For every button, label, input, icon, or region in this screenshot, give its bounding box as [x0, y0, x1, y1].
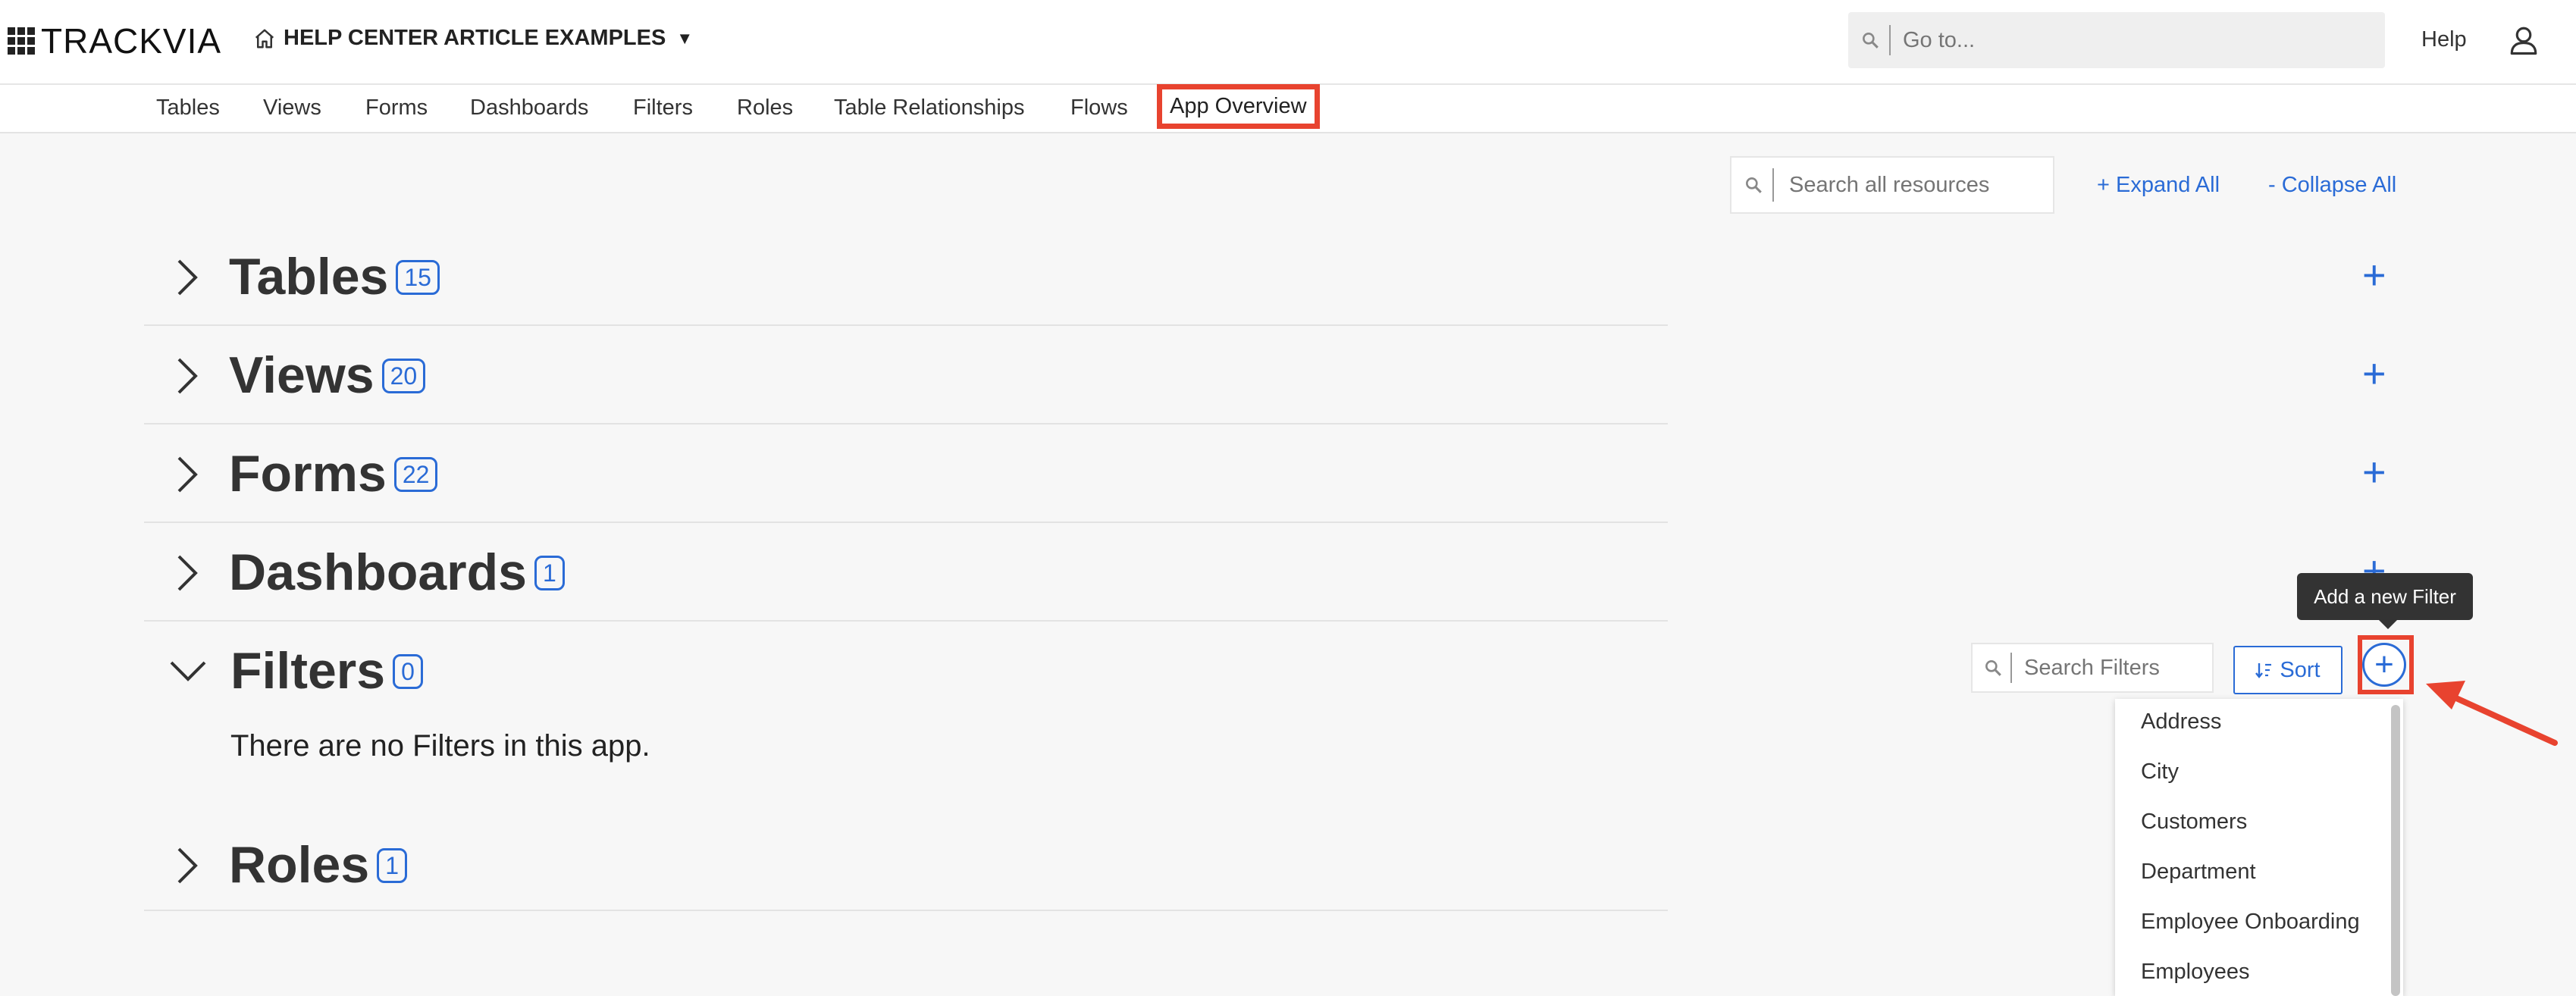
sort-icon	[2255, 663, 2272, 678]
sort-label: Sort	[2280, 657, 2321, 682]
add-view-icon[interactable]: +	[2362, 353, 2386, 394]
logo-grid-icon	[8, 27, 35, 55]
dropdown-item[interactable]: Address	[2141, 709, 2221, 734]
caret-down-icon: ▼	[676, 28, 694, 48]
section-title[interactable]: Views 20	[229, 346, 426, 405]
section-title-text: Forms	[229, 445, 387, 503]
help-link[interactable]: Help	[2421, 27, 2467, 52]
section-forms: Forms 22	[144, 423, 1668, 523]
nav-flows[interactable]: Flows	[1070, 96, 1128, 121]
section-title-text: Views	[229, 346, 374, 404]
table-select-dropdown[interactable]: Address City Customers Department Employ…	[2115, 699, 2403, 996]
count-badge: 20	[381, 359, 426, 394]
app-switcher[interactable]: HELP CENTER ARTICLE EXAMPLES ▼	[253, 26, 693, 51]
expand-all-link[interactable]: + Expand All	[2097, 173, 2220, 198]
dropdown-item[interactable]: Employee Onboarding	[2141, 910, 2360, 935]
filter-search[interactable]	[1971, 643, 2214, 693]
section-title[interactable]: Roles 1	[229, 835, 407, 894]
chevron-right-icon[interactable]	[176, 455, 199, 494]
top-bar: TRACKVIA HELP CENTER ARTICLE EXAMPLES ▼ …	[0, 0, 2576, 85]
goto-search[interactable]	[1848, 12, 2385, 68]
dropdown-scrollbar[interactable]	[2391, 705, 2400, 996]
count-badge: 1	[377, 848, 407, 884]
nav-filters[interactable]: Filters	[633, 96, 693, 121]
section-title-text: Dashboards	[229, 543, 527, 601]
sort-button[interactable]: Sort	[2233, 646, 2343, 694]
section-title[interactable]: Dashboards 1	[229, 543, 565, 602]
add-filter-highlight	[2358, 635, 2414, 694]
dropdown-item[interactable]: Employees	[2141, 960, 2249, 985]
section-title-text: Filters	[230, 642, 386, 700]
nav-tables[interactable]: Tables	[156, 96, 220, 121]
dropdown-item[interactable]: Department	[2141, 860, 2256, 885]
count-badge: 15	[396, 260, 440, 296]
filter-search-input[interactable]	[2023, 654, 2208, 681]
app-nav: Tables Views Forms Dashboards Filters Ro…	[0, 84, 2576, 133]
user-icon[interactable]	[2508, 24, 2540, 56]
filters-empty-message: There are no Filters in this app.	[230, 729, 650, 763]
section-title-text: Tables	[229, 248, 389, 305]
chevron-right-icon[interactable]	[176, 553, 199, 593]
annotation-arrow-icon	[2426, 681, 2558, 746]
count-badge: 0	[393, 654, 423, 690]
section-roles: Roles 1	[144, 811, 1668, 911]
nav-views[interactable]: Views	[263, 96, 321, 121]
section-title[interactable]: Forms 22	[229, 444, 438, 503]
search-divider	[1889, 25, 1891, 55]
nav-roles[interactable]: Roles	[737, 96, 793, 121]
count-badge: 22	[393, 457, 438, 493]
logo-text: TRACKVIA	[41, 21, 222, 61]
chevron-right-icon[interactable]	[176, 846, 199, 885]
resource-search-input[interactable]	[1788, 171, 2041, 199]
section-title[interactable]: Tables 15	[229, 247, 440, 306]
nav-app-overview[interactable]: App Overview	[1157, 84, 1320, 129]
collapse-all-link[interactable]: - Collapse All	[2268, 173, 2396, 198]
nav-dashboards[interactable]: Dashboards	[470, 96, 588, 121]
count-badge: 1	[534, 556, 565, 591]
section-title-text: Roles	[229, 836, 370, 894]
resource-search[interactable]	[1730, 156, 2054, 214]
search-divider	[1772, 168, 1774, 202]
chevron-right-icon[interactable]	[176, 258, 199, 297]
nav-table-relationships[interactable]: Table Relationships	[834, 96, 1024, 121]
goto-input[interactable]	[1901, 27, 2329, 54]
search-icon	[1746, 177, 1762, 193]
dropdown-item[interactable]: Customers	[2141, 810, 2247, 835]
add-filter-tooltip: Add a new Filter	[2297, 573, 2473, 629]
search-icon	[1985, 660, 2001, 676]
chevron-down-icon[interactable]	[168, 659, 208, 682]
app-name-label: HELP CENTER ARTICLE EXAMPLES	[284, 26, 666, 50]
chevron-right-icon[interactable]	[176, 356, 199, 396]
add-form-icon[interactable]: +	[2362, 452, 2386, 493]
home-icon	[255, 29, 274, 48]
search-icon	[1863, 33, 1879, 49]
add-table-icon[interactable]: +	[2362, 255, 2386, 296]
section-views: Views 20	[144, 324, 1668, 424]
dropdown-item[interactable]: City	[2141, 760, 2179, 785]
section-title[interactable]: Filters 0	[230, 641, 423, 700]
section-tables: Tables 15	[144, 226, 1668, 326]
nav-forms[interactable]: Forms	[365, 96, 428, 121]
trackvia-logo[interactable]: TRACKVIA	[8, 20, 221, 62]
section-dashboards: Dashboards 1	[144, 521, 1668, 622]
search-divider	[2010, 653, 2012, 683]
